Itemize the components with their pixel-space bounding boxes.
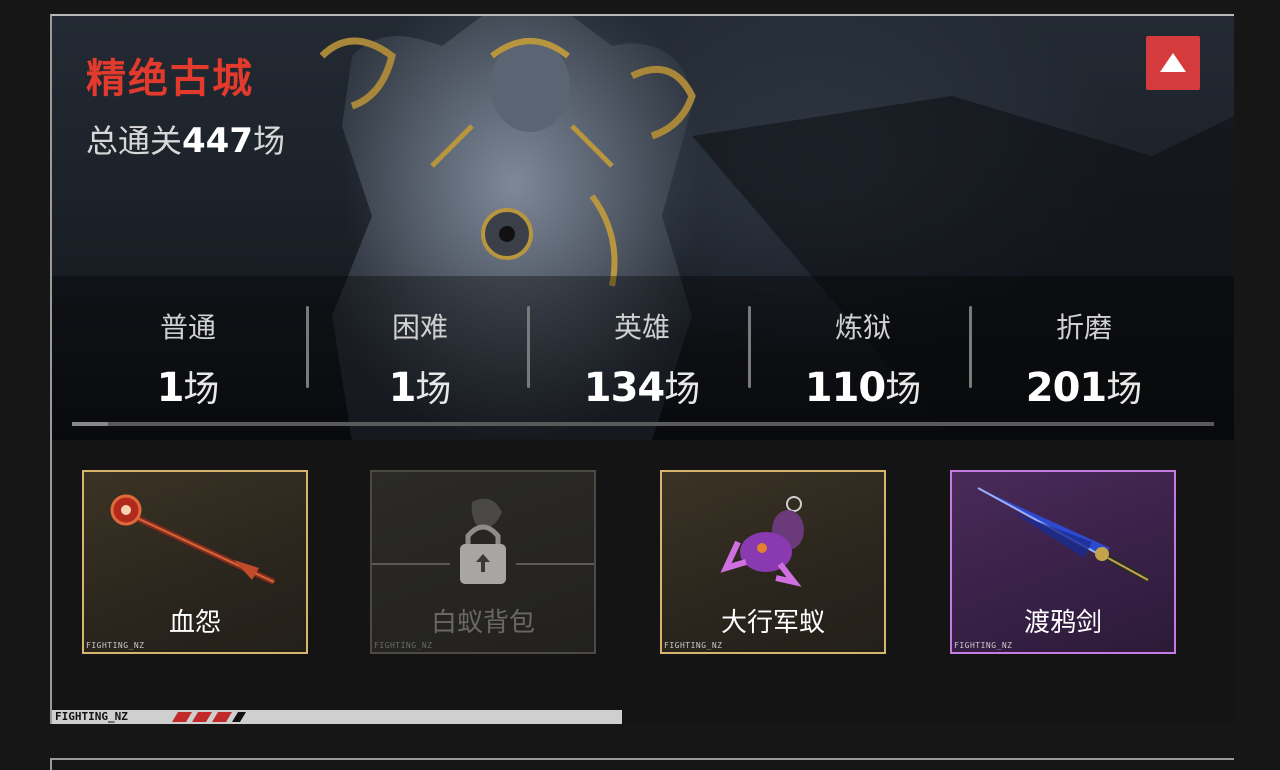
- stat-label: 英雄: [613, 311, 670, 344]
- stat-unit: 场: [183, 369, 220, 410]
- stat-number: 201: [1025, 365, 1107, 411]
- reward-tag: FIGHTING_NZ: [954, 641, 1013, 650]
- reward-tag: FIGHTING_NZ: [664, 641, 723, 650]
- stat-label: 困难: [391, 311, 448, 344]
- footer-tag: FIGHTING_NZ: [55, 710, 128, 723]
- stripes-decoration: [172, 712, 246, 722]
- stat-number: 1: [388, 365, 417, 411]
- stat-number: 1: [156, 365, 185, 411]
- reward-item[interactable]: 血怨 FIGHTING_NZ: [82, 470, 308, 654]
- footer-banner: FIGHTING_NZ: [52, 710, 622, 724]
- stat-divider: [969, 306, 972, 388]
- stat-hero: 英雄 134场: [532, 306, 752, 412]
- stat-value: 201场: [974, 360, 1194, 412]
- triangle-up-icon: [1160, 53, 1186, 72]
- stat-hard: 困难 1场: [310, 306, 530, 412]
- reward-tag: FIGHTING_NZ: [86, 641, 145, 650]
- stat-number: 110: [804, 365, 886, 411]
- reward-tag: FIGHTING_NZ: [374, 641, 433, 650]
- stat-label: 普通: [159, 311, 216, 344]
- stat-unit: 场: [885, 369, 922, 410]
- reward-name: 渡鸦剑: [1023, 608, 1102, 638]
- reward-item[interactable]: 渡鸦剑 FIGHTING_NZ: [950, 470, 1176, 654]
- stat-divider: [748, 306, 751, 388]
- collapse-button[interactable]: [1146, 36, 1200, 90]
- stat-unit: 场: [1106, 369, 1143, 410]
- ant-pendant-icon: [720, 496, 804, 587]
- dungeon-card: 精绝古城 总通关447场 普通 1场 困难 1场 英雄 134场 炼狱 110场…: [50, 14, 1234, 724]
- dungeon-title: 精绝古城: [86, 56, 254, 102]
- stat-torment: 折磨 201场: [974, 306, 1194, 412]
- stat-number: 134: [583, 365, 665, 411]
- reward-item[interactable]: 大行军蚁 FIGHTING_NZ: [660, 470, 886, 654]
- dungeon-banner: 精绝古城 总通关447场 普通 1场 困难 1场 英雄 134场 炼狱 110场…: [52, 16, 1234, 440]
- sword-icon: [977, 487, 1150, 584]
- stat-label: 折磨: [1055, 311, 1112, 344]
- rewards-row: 血怨 FIGHTING_NZ 白蚁背包 FIGHTING_NZ 大行军蚁 FIG…: [52, 440, 1234, 724]
- stat-normal: 普通 1场: [78, 306, 298, 412]
- stat-value: 110场: [753, 360, 973, 412]
- difficulty-stats: 普通 1场 困难 1场 英雄 134场 炼狱 110场 折磨 201场: [52, 306, 1212, 411]
- stat-value: 1场: [78, 360, 298, 412]
- stat-value: 134场: [532, 360, 752, 412]
- next-dungeon-card: [50, 758, 1234, 770]
- stat-value: 1场: [310, 360, 530, 412]
- reward-name: 血怨: [168, 608, 221, 638]
- stat-unit: 场: [415, 369, 452, 410]
- padlock-icon: [372, 498, 594, 584]
- stat-inferno: 炼狱 110场: [753, 306, 973, 412]
- scroll-track[interactable]: [72, 422, 1214, 426]
- total-clears-unit: 场: [253, 122, 286, 160]
- staff-icon: [110, 494, 276, 585]
- stat-unit: 场: [664, 369, 701, 410]
- total-clears-count: 447: [182, 121, 253, 161]
- reward-name: 大行军蚁: [720, 608, 825, 638]
- scroll-thumb[interactable]: [72, 422, 108, 426]
- reward-name: 白蚁背包: [430, 608, 535, 638]
- stat-divider: [527, 306, 530, 388]
- stat-label: 炼狱: [834, 311, 891, 344]
- stat-divider: [306, 306, 309, 388]
- reward-item-locked[interactable]: 白蚁背包 FIGHTING_NZ: [370, 470, 596, 654]
- total-clears: 总通关447场: [86, 116, 285, 162]
- total-clears-prefix: 总通关: [86, 122, 183, 160]
